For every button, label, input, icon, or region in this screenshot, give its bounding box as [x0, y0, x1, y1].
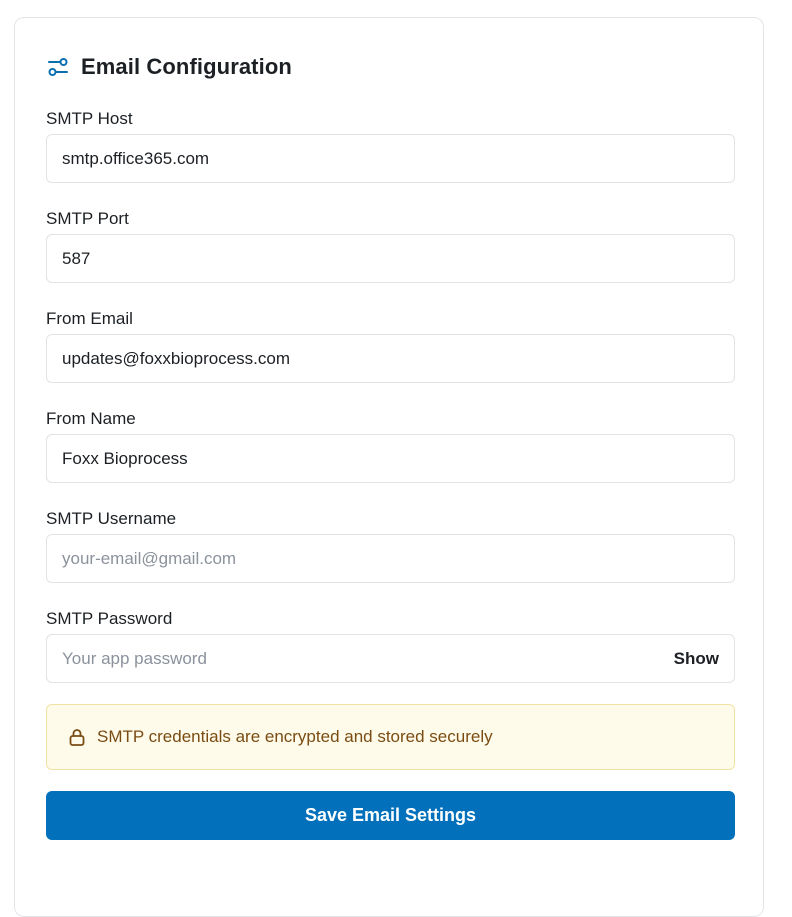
- sliders-icon: [47, 56, 69, 78]
- from-name-value: Foxx Bioprocess: [62, 448, 188, 468]
- smtp-username-input[interactable]: your-email@gmail.com: [46, 534, 735, 583]
- smtp-port-input[interactable]: 587: [46, 234, 735, 283]
- smtp-password-placeholder: Your app password: [62, 648, 207, 668]
- save-email-settings-button[interactable]: Save Email Settings: [46, 791, 735, 840]
- show-password-toggle[interactable]: Show: [674, 649, 719, 669]
- smtp-host-value: smtp.office365.com: [62, 148, 210, 168]
- smtp-password-input[interactable]: Your app password Show: [46, 634, 735, 683]
- smtp-host-label: SMTP Host: [46, 109, 133, 128]
- security-notice: SMTP credentials are encrypted and store…: [46, 704, 735, 770]
- smtp-port-value: 587: [62, 248, 91, 268]
- card-header: Email Configuration: [47, 54, 292, 80]
- smtp-username-placeholder: your-email@gmail.com: [62, 548, 237, 568]
- from-email-label: From Email: [46, 309, 133, 328]
- from-name-input[interactable]: Foxx Bioprocess: [46, 434, 735, 483]
- email-configuration-card: Email Configuration SMTP Host smtp.offic…: [14, 17, 764, 917]
- from-email-input[interactable]: updates@foxxbioprocess.com: [46, 334, 735, 383]
- smtp-username-label: SMTP Username: [46, 509, 177, 528]
- lock-icon: [67, 727, 87, 747]
- smtp-host-input[interactable]: smtp.office365.com: [46, 134, 735, 183]
- from-name-label: From Name: [46, 409, 136, 428]
- security-notice-text: SMTP credentials are encrypted and store…: [97, 727, 493, 746]
- smtp-password-label: SMTP Password: [46, 609, 173, 628]
- smtp-port-label: SMTP Port: [46, 209, 129, 228]
- from-email-value: updates@foxxbioprocess.com: [62, 348, 290, 368]
- card-title: Email Configuration: [81, 54, 292, 79]
